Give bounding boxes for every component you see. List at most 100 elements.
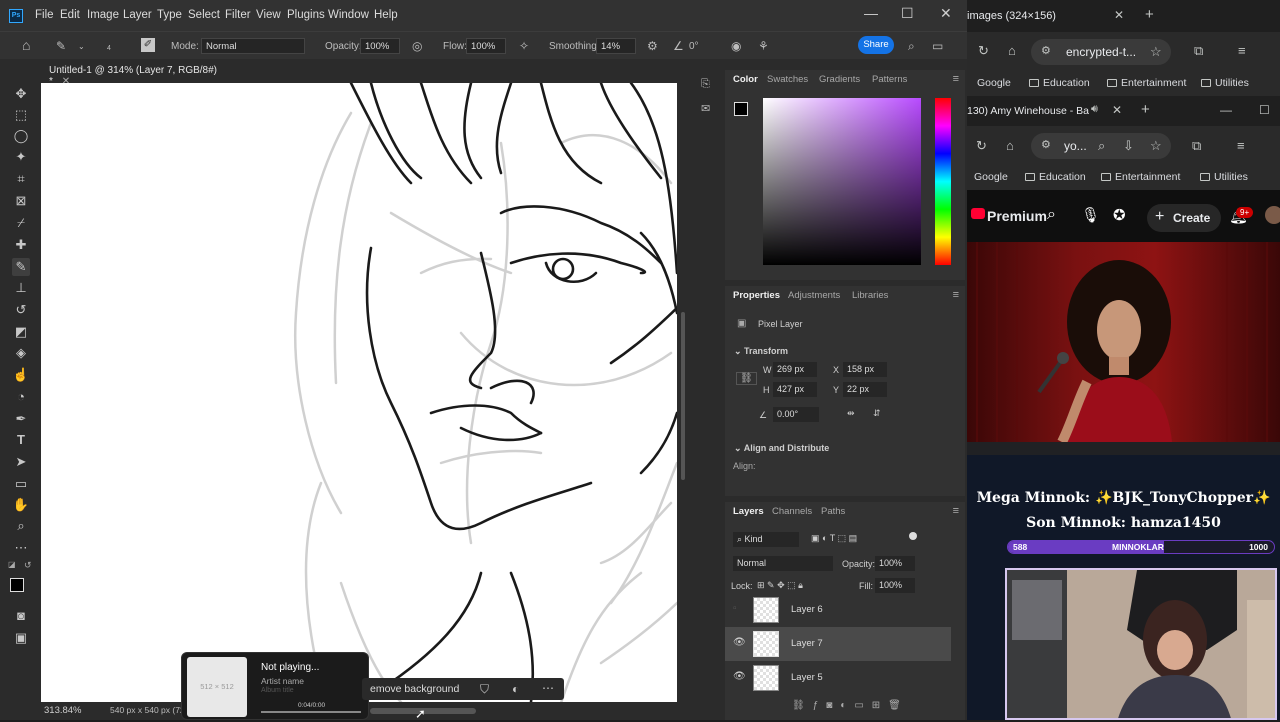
search-icon[interactable]: ⌕ xyxy=(908,39,915,54)
filter-toggle-icon[interactable] xyxy=(909,532,917,540)
gear-icon[interactable]: ⚙ xyxy=(647,39,658,53)
youtube-premium-label[interactable]: Premium xyxy=(987,208,1047,224)
vertical-scroll-thumb[interactable] xyxy=(681,312,685,480)
lock-icons[interactable]: ⊞ ✎ ✥ ⬚ 🔒︎ xyxy=(757,580,803,591)
tab-channels[interactable]: Channels xyxy=(772,506,812,517)
close-tab-icon[interactable]: ✕ xyxy=(1112,103,1122,117)
healing-brush-tool-icon[interactable]: ✚ xyxy=(12,236,30,254)
close-icon[interactable]: ✕ xyxy=(940,5,952,22)
angle-value[interactable]: 0° xyxy=(689,41,699,52)
bookmark-utilities[interactable]: Utilities xyxy=(1201,77,1249,89)
bookmark-education[interactable]: Education xyxy=(1029,77,1090,89)
magic-wand-tool-icon[interactable]: ✦ xyxy=(12,148,30,166)
close-tab-icon[interactable]: ✕ xyxy=(1114,8,1124,22)
home-icon[interactable]: ⌂ xyxy=(22,37,30,53)
visibility-off-icon[interactable]: ▫ xyxy=(733,603,737,614)
dodge-tool-icon[interactable]: ◔ xyxy=(12,388,30,406)
layer-opacity-field[interactable]: 100% xyxy=(875,556,915,571)
share-button[interactable]: Share xyxy=(858,36,894,54)
color-field[interactable] xyxy=(763,98,921,265)
address-bar[interactable]: ⚙ encrypted-t... ☆ xyxy=(1031,39,1171,65)
home-icon[interactable]: ⌂ xyxy=(1008,43,1016,58)
brush-settings-icon[interactable]: ✐ xyxy=(141,38,155,52)
track-progress[interactable] xyxy=(261,711,361,713)
address-bar[interactable]: ⚙ yo... ⌕ ⇩ ☆ xyxy=(1031,133,1171,159)
canvas[interactable] xyxy=(41,83,677,702)
tab-libraries[interactable]: Libraries xyxy=(852,290,888,301)
menu-type[interactable]: Type xyxy=(157,9,182,21)
reload-icon[interactable]: ↻ xyxy=(976,138,987,154)
clone-stamp-tool-icon[interactable]: ⊥ xyxy=(12,279,30,297)
history-icon[interactable]: ⎘ xyxy=(701,78,710,91)
tab-paths[interactable]: Paths xyxy=(821,506,845,517)
youtube-logo-icon[interactable] xyxy=(971,208,985,219)
site-info-icon[interactable]: ⚙ xyxy=(1041,138,1051,151)
smudge-tool-icon[interactable]: ☝ xyxy=(12,366,30,384)
panel-menu-icon[interactable]: ≡ xyxy=(953,73,959,85)
panel-menu-icon[interactable]: ≡ xyxy=(953,289,959,301)
bookmark-google[interactable]: Google xyxy=(977,77,1011,89)
create-button[interactable]: + Create xyxy=(1147,204,1221,232)
bot-icon[interactable]: ✪ xyxy=(1113,206,1126,224)
menu-window[interactable]: Window xyxy=(328,9,369,21)
smoothing-field[interactable]: 14% xyxy=(596,38,636,54)
bookmark-utilities[interactable]: Utilities xyxy=(1200,171,1248,183)
screen-mode-icon[interactable]: ▣ xyxy=(12,629,30,647)
menu-image[interactable]: Image xyxy=(87,9,119,21)
move-tool-icon[interactable]: ✥ xyxy=(12,85,30,103)
frame-tool-icon[interactable]: ⊠ xyxy=(12,192,30,210)
brush-tool-icon[interactable]: ✎ xyxy=(12,258,30,276)
chevron-down-icon[interactable]: ⌄ xyxy=(78,42,85,51)
install-icon[interactable]: ⇩ xyxy=(1123,138,1134,154)
menu-view[interactable]: View xyxy=(256,9,281,21)
marquee-tool-icon[interactable]: ⬚ xyxy=(12,106,30,124)
flow-field[interactable]: 100% xyxy=(466,38,506,54)
remove-background-button[interactable]: emove background xyxy=(370,683,459,695)
select-subject-icon[interactable]: ⛉ xyxy=(480,682,489,697)
transform-section[interactable]: ⌄ Transform xyxy=(734,346,788,357)
eye-icon[interactable]: 👁︎ xyxy=(733,637,746,648)
browser2-tab-title[interactable]: 130) Amy Winehouse - Ba xyxy=(967,105,1089,117)
layer-row-layer-6[interactable]: ▫ Layer 6 xyxy=(725,593,951,627)
search-icon[interactable]: ⌕ xyxy=(1098,138,1105,154)
symmetry-icon[interactable]: ⚘ xyxy=(758,39,769,53)
y-field[interactable]: 22 px xyxy=(843,382,887,397)
hand-tool-icon[interactable]: ✋ xyxy=(12,496,30,514)
audio-playing-icon[interactable]: 🔊︎ xyxy=(1091,103,1098,116)
minimize-icon[interactable]: — xyxy=(864,5,878,21)
maximize-icon[interactable]: ☐ xyxy=(1259,103,1270,117)
type-tool-icon[interactable]: T xyxy=(12,431,30,449)
paint-bucket-tool-icon[interactable]: ◈ xyxy=(12,344,30,362)
x-field[interactable]: 158 px xyxy=(843,362,887,377)
menu-edit[interactable]: Edit xyxy=(60,9,80,21)
extensions-icon[interactable]: ⧉ xyxy=(1192,138,1201,154)
quick-mask-icon[interactable]: ◙ xyxy=(12,607,30,625)
menu-select[interactable]: Select xyxy=(188,9,220,21)
tab-gradients[interactable]: Gradients xyxy=(819,74,860,85)
mask-icon[interactable]: ◐ xyxy=(512,682,519,696)
zoom-level[interactable]: 313.84% xyxy=(44,705,82,716)
home-icon[interactable]: ⌂ xyxy=(1006,138,1014,153)
bookmark-education[interactable]: Education xyxy=(1025,171,1086,183)
menu-filter[interactable]: Filter xyxy=(225,9,251,21)
site-info-icon[interactable]: ⚙ xyxy=(1041,44,1051,57)
menu-plugins[interactable]: Plugins xyxy=(287,9,325,21)
more-tools-icon[interactable]: ⋯ xyxy=(12,539,30,557)
flip-vertical-icon[interactable]: ⇵ xyxy=(873,408,881,419)
bookmark-entertainment[interactable]: Entertainment xyxy=(1107,77,1186,89)
menu-layer[interactable]: Layer xyxy=(123,9,152,21)
pressure-size-icon[interactable]: ◉ xyxy=(731,39,741,53)
filter-icons[interactable]: ▣ ◐ T ⬚ ▤ xyxy=(811,533,857,544)
new-tab-icon[interactable]: + xyxy=(1145,6,1154,23)
lasso-tool-icon[interactable]: ◯ xyxy=(12,127,30,145)
brush-preset-icon[interactable]: ✎ xyxy=(56,39,66,53)
extensions-icon[interactable]: ⧉ xyxy=(1194,43,1203,59)
tab-color[interactable]: Color xyxy=(733,74,758,85)
maximize-icon[interactable]: ☐ xyxy=(901,5,914,22)
bookmark-google[interactable]: Google xyxy=(974,171,1008,183)
layers-footer-icons[interactable]: ⛓ƒ◙◐▭⊞🗑︎ xyxy=(792,700,909,711)
reset-colors-icon[interactable]: ◪ xyxy=(8,560,16,569)
tab-properties[interactable]: Properties xyxy=(733,290,780,301)
new-tab-icon[interactable]: + xyxy=(1141,101,1150,118)
airbrush-icon[interactable]: ✧ xyxy=(519,39,529,53)
